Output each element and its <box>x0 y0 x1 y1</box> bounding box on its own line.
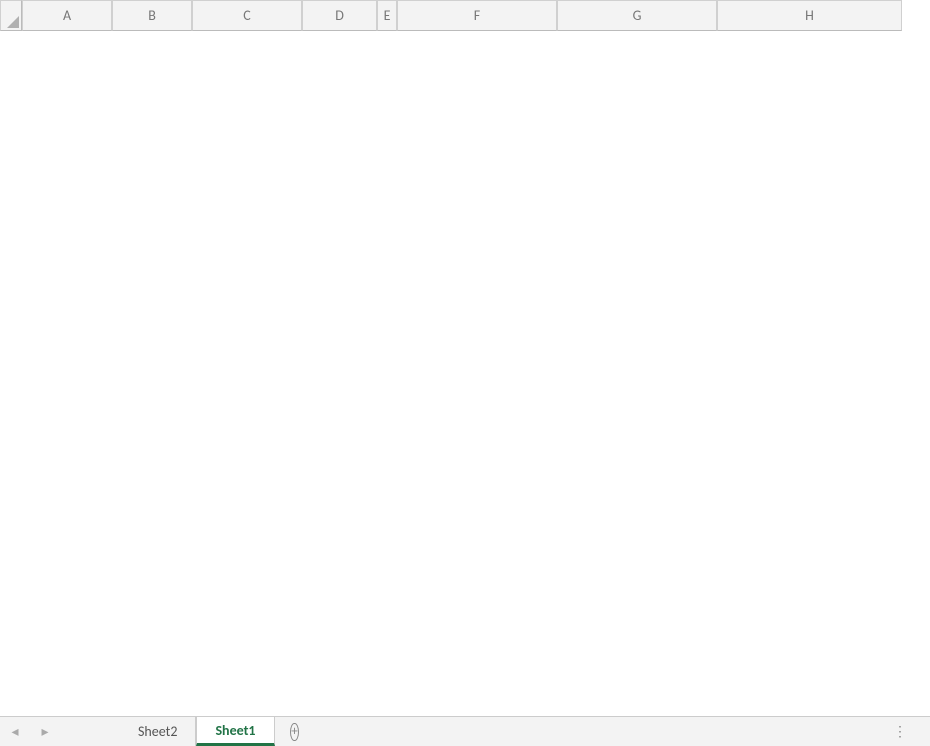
select-all-corner[interactable] <box>0 0 22 31</box>
tab-sheet1[interactable]: Sheet1 <box>196 717 274 746</box>
col-header-G[interactable]: G <box>557 0 717 31</box>
col-header-E[interactable]: E <box>377 0 397 31</box>
col-header-B[interactable]: B <box>112 0 192 31</box>
sheet-tab-strip: ◂ ▸ Sheet2 Sheet1 + ⋮ <box>0 716 930 746</box>
col-header-C[interactable]: C <box>192 0 302 31</box>
tab-nav-prev[interactable]: ◂ <box>0 717 30 746</box>
col-header-A[interactable]: A <box>22 0 112 31</box>
tab-new-sheet[interactable]: + <box>275 717 315 746</box>
tab-nav-next[interactable]: ▸ <box>30 717 60 746</box>
col-header-H[interactable]: H <box>717 0 902 31</box>
col-header-F[interactable]: F <box>397 0 557 31</box>
tab-sheet2[interactable]: Sheet2 <box>120 717 196 746</box>
col-header-D[interactable]: D <box>302 0 377 31</box>
tab-options-icon[interactable]: ⋮ <box>893 717 930 746</box>
